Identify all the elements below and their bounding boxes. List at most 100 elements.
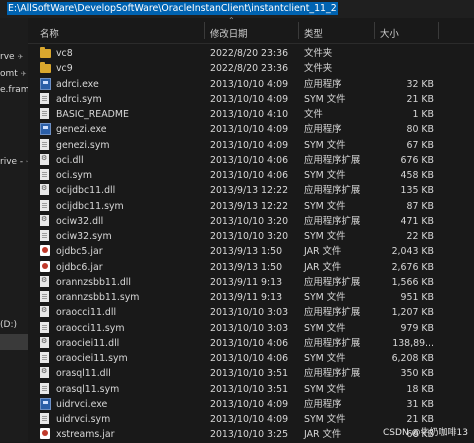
file-type: 应用程序 (304, 398, 342, 410)
file-row[interactable]: oraociei11.dll 2013/10/10 4:06 应用程序扩展 138,8… (28, 336, 474, 351)
dll-icon (40, 214, 49, 226)
file-row[interactable]: orannzsbb11.sym 2013/9/11 9:13 SYM 文件 951 K… (28, 290, 474, 305)
file-type: SYM 文件 (304, 383, 346, 395)
file-modified-date: 2013/9/13 1:50 (210, 246, 283, 258)
folder-icon (40, 62, 51, 74)
column-size-header[interactable]: 大小 (380, 26, 399, 40)
file-name: adrci.sym (56, 93, 102, 105)
file-modified-date: 2013/9/11 9:13 (210, 276, 283, 288)
file-name: oraocci11.dll (56, 307, 117, 319)
column-divider[interactable] (298, 22, 299, 39)
file-size: 951 KB (400, 292, 434, 303)
file-row[interactable]: ociw32.dll 2013/10/10 3:20 应用程序扩展 471 KB (28, 214, 474, 229)
file-icon (40, 199, 49, 211)
file-type: JAR 文件 (304, 429, 342, 441)
file-size: 18 KB (406, 383, 435, 395)
file-row[interactable]: uidrvci.exe 2013/10/10 4:09 应用程序 31 KB (28, 397, 474, 412)
nav-item[interactable]: omt ✈ (0, 69, 27, 79)
file-row[interactable]: genezi.sym 2013/10/10 4:09 SYM 文件 67 KB (28, 138, 474, 153)
file-row[interactable]: oraocci11.sym 2013/10/10 3:03 SYM 文件 979 KB (28, 321, 474, 336)
file-modified-date: 2013/10/10 4:09 (210, 78, 289, 90)
column-type-header[interactable]: 类型 (304, 26, 323, 40)
file-row[interactable]: orannzsbb11.dll 2013/9/11 9:13 应用程序扩展 1,566… (28, 275, 474, 290)
file-row[interactable]: oci.dll 2013/10/10 4:06 应用程序扩展 676 KB (28, 153, 474, 168)
file-name: oraociei11.dll (56, 337, 120, 349)
nav-item[interactable]: e.fram (0, 85, 28, 95)
dll-icon (40, 306, 49, 318)
file-modified-date: 2013/10/10 4:09 (210, 139, 289, 151)
address-bar[interactable]: E:\AllSoftWare\DevelopSoftWare\OracleIns… (0, 0, 474, 18)
column-divider[interactable] (438, 22, 439, 39)
file-row[interactable]: vc9 2022/8/20 23:36 文件夹 (28, 61, 474, 76)
dll-icon (40, 367, 49, 379)
file-modified-date: 2013/10/10 3:51 (210, 368, 289, 380)
dll-icon (40, 336, 49, 348)
file-name: oci.sym (56, 170, 93, 181)
file-row[interactable]: oraocci11.dll 2013/10/10 3:03 应用程序扩展 1,207 … (28, 305, 474, 320)
file-name: ociw32.sym (56, 231, 112, 242)
file-modified-date: 2013/10/10 4:09 (210, 124, 289, 136)
file-row[interactable]: ojdbc5.jar 2013/9/13 1:50 JAR 文件 2,043 KB (28, 244, 474, 259)
file-name: orannzsbb11.sym (56, 292, 140, 303)
nav-item[interactable]: rive - ✈ (0, 157, 28, 167)
file-name: xstreams.jar (56, 429, 115, 441)
column-divider[interactable] (204, 22, 205, 39)
file-type: 应用程序扩展 (304, 276, 361, 288)
dll-icon (40, 275, 49, 287)
file-row[interactable]: orasql11.dll 2013/10/10 3:51 应用程序扩展 350 KB (28, 366, 474, 381)
file-type: SYM 文件 (304, 322, 346, 334)
nav-item-drive-d[interactable]: (D:) (0, 320, 17, 330)
nav-item[interactable]: rve ✈ (0, 52, 23, 62)
file-icon (40, 291, 49, 302)
file-icon (40, 382, 49, 394)
file-size: 350 KB (400, 368, 434, 380)
file-row[interactable]: ociw32.sym 2013/10/10 3:20 SYM 文件 22 KB (28, 229, 474, 244)
file-type: JAR 文件 (304, 261, 342, 273)
file-name: ocijdbc11.sym (56, 200, 124, 212)
file-type: SYM 文件 (304, 414, 346, 425)
file-icon (40, 413, 49, 424)
file-row[interactable]: ocijdbc11.sym 2013/9/13 12:22 SYM 文件 87 KB (28, 199, 474, 214)
exe-icon (40, 397, 51, 410)
file-size: 458 KB (400, 170, 434, 181)
file-icon (40, 169, 49, 180)
column-header: ⌃ 名称 修改日期 类型 大小 (28, 16, 474, 44)
file-size: 471 KB (400, 215, 434, 227)
file-modified-date: 2013/10/10 4:06 (210, 337, 289, 349)
file-name: oci.dll (56, 154, 84, 166)
file-row[interactable]: orasql11.sym 2013/10/10 3:51 SYM 文件 18 KB (28, 382, 474, 397)
file-row[interactable]: genezi.exe 2013/10/10 4:09 应用程序 80 KB (28, 122, 474, 137)
file-modified-date: 2013/9/13 12:22 (210, 200, 289, 212)
file-type: 文件 (304, 109, 323, 120)
file-type: 应用程序扩展 (304, 307, 361, 319)
file-row[interactable]: adrci.sym 2013/10/10 4:09 SYM 文件 21 KB (28, 92, 474, 107)
file-row[interactable]: ocijdbc11.dll 2013/9/13 12:22 应用程序扩展 135 KB (28, 183, 474, 198)
file-name: orasql11.sym (56, 383, 120, 395)
file-row[interactable]: adrci.exe 2013/10/10 4:09 应用程序 32 KB (28, 77, 474, 92)
file-type: 应用程序扩展 (304, 337, 361, 349)
file-row[interactable]: oraociei11.sym 2013/10/10 4:06 SYM 文件 6,208… (28, 351, 474, 366)
file-modified-date: 2013/10/10 4:06 (210, 353, 289, 364)
file-type: SYM 文件 (304, 93, 346, 105)
file-modified-date: 2013/10/10 4:06 (210, 154, 289, 166)
file-row[interactable]: BASIC_README 2013/10/10 4:10 文件 1 KB (28, 107, 474, 122)
file-size: 1,566 KB (391, 276, 434, 288)
file-name: orasql11.dll (56, 368, 111, 380)
column-date-header[interactable]: 修改日期 (210, 26, 248, 40)
file-row[interactable]: oci.sym 2013/10/10 4:06 SYM 文件 458 KB (28, 168, 474, 183)
address-path[interactable]: E:\AllSoftWare\DevelopSoftWare\OracleIns… (7, 2, 338, 15)
file-name: vc9 (56, 63, 73, 75)
file-name: ojdbc5.jar (56, 246, 103, 258)
file-icon (40, 92, 49, 104)
file-size: 67 KB (406, 139, 435, 151)
file-size: 32 KB (406, 78, 435, 90)
column-divider[interactable] (374, 22, 375, 39)
column-name-header[interactable]: 名称 (40, 26, 59, 40)
file-size: 22 KB (406, 231, 435, 242)
file-type: 文件夹 (304, 63, 333, 75)
file-row[interactable]: ojdbc6.jar 2013/9/13 1:50 JAR 文件 2,676 KB (28, 260, 474, 275)
file-row[interactable]: vc8 2022/8/20 23:36 文件夹 (28, 46, 474, 61)
file-type: SYM 文件 (304, 231, 346, 242)
file-type: SYM 文件 (304, 170, 346, 181)
navigation-pane: rve ✈ omt ✈ e.fram rive - ✈ (D:) (0, 18, 28, 442)
